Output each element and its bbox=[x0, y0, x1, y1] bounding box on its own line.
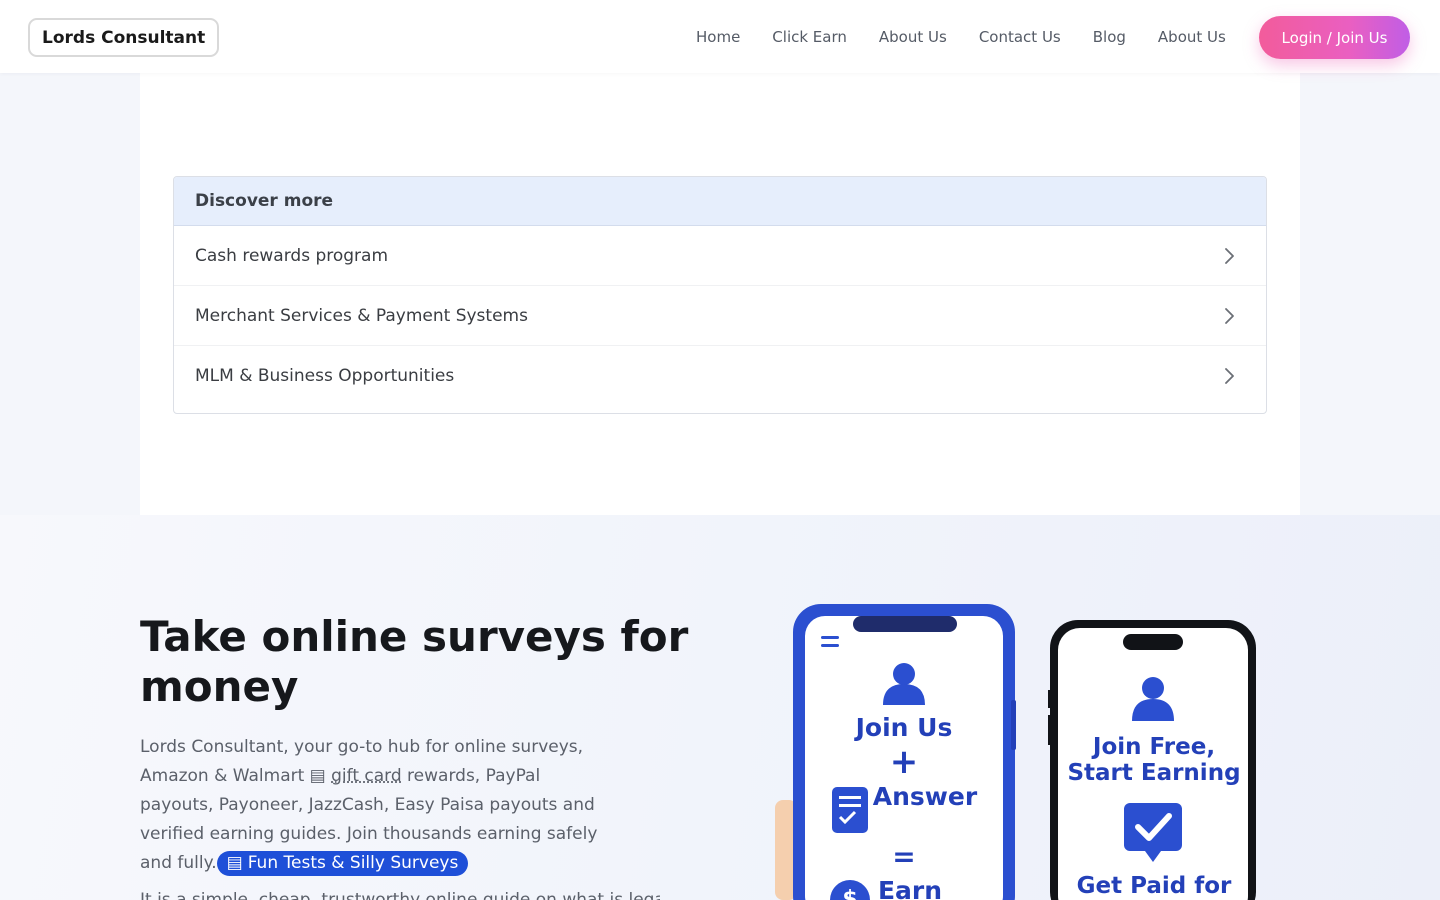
nav-about-us-2[interactable]: About Us bbox=[1142, 28, 1242, 46]
right-phone-side-button bbox=[1048, 690, 1051, 708]
survey-doc-icon bbox=[832, 787, 868, 833]
main-nav: Home Click Earn About Us Contact Us Blog… bbox=[680, 0, 1242, 73]
phone-plus: + bbox=[890, 742, 919, 782]
phone-join-free: Join Free, bbox=[1091, 734, 1215, 760]
discover-more-title: Discover more bbox=[174, 177, 1266, 226]
svg-text:$: $ bbox=[842, 887, 857, 900]
phone-get-paid: Get Paid for bbox=[1077, 873, 1232, 899]
phone-earn: Earn bbox=[878, 876, 942, 900]
hero-description: Lords Consultant, your go-to hub for onl… bbox=[140, 733, 610, 878]
nav-blog[interactable]: Blog bbox=[1077, 28, 1142, 46]
discover-item-label: MLM & Business Opportunities bbox=[195, 366, 455, 386]
nav-click-earn[interactable]: Click Earn bbox=[756, 28, 863, 46]
phone-start-earning: Start Earning bbox=[1067, 760, 1240, 786]
gift-card-link[interactable]: gift card bbox=[331, 766, 402, 786]
discover-item-mlm[interactable]: MLM & Business Opportunities bbox=[174, 346, 1266, 406]
discover-more-box: Discover more Cash rewards program Merch… bbox=[173, 176, 1267, 414]
discover-item-label: Cash rewards program bbox=[195, 245, 389, 266]
phone-answer: Answer bbox=[873, 782, 978, 811]
left-phone-button bbox=[1011, 700, 1016, 750]
nav-about-us[interactable]: About Us bbox=[863, 28, 963, 46]
chevron-right-icon bbox=[1225, 307, 1234, 324]
phone-join-us: Join Us bbox=[854, 713, 953, 742]
discover-item-label: Merchant Services & Payment Systems bbox=[195, 305, 528, 326]
login-join-button[interactable]: Login / Join Us bbox=[1259, 16, 1410, 59]
right-phone-side-button bbox=[1253, 735, 1256, 780]
nav-home[interactable]: Home bbox=[680, 28, 756, 46]
chevron-right-icon bbox=[1225, 368, 1234, 384]
fun-tests-link[interactable]: ▤ Fun Tests & Silly Surveys bbox=[216, 850, 469, 876]
fun-tests-label: Fun Tests & Silly Surveys bbox=[247, 852, 459, 873]
site-header: Lords Consultant Home Click Earn About U… bbox=[0, 0, 1440, 73]
left-phone-notch bbox=[853, 616, 957, 632]
document-icon: ▤ bbox=[226, 852, 243, 873]
phones-illustration: Join Us + Answer = $ Earn Join Free, Sta… bbox=[775, 604, 1256, 900]
site-logo[interactable]: Lords Consultant bbox=[28, 18, 220, 57]
discover-item-cash-rewards[interactable]: Cash rewards program bbox=[174, 226, 1266, 286]
nav-contact-us[interactable]: Contact Us bbox=[963, 28, 1077, 46]
hero-cut-line: It is a simple, cheap, trustworthy onlin… bbox=[140, 890, 660, 900]
chevron-right-icon bbox=[1225, 247, 1234, 264]
hero-title: Take online surveys for money bbox=[140, 612, 689, 711]
right-phone-island bbox=[1123, 634, 1183, 650]
phone-equals: = bbox=[892, 840, 915, 873]
discover-item-merchant-services[interactable]: Merchant Services & Payment Systems bbox=[174, 286, 1266, 346]
gift-card-icon: ▤ bbox=[309, 766, 332, 786]
right-phone-side-button bbox=[1048, 715, 1051, 745]
